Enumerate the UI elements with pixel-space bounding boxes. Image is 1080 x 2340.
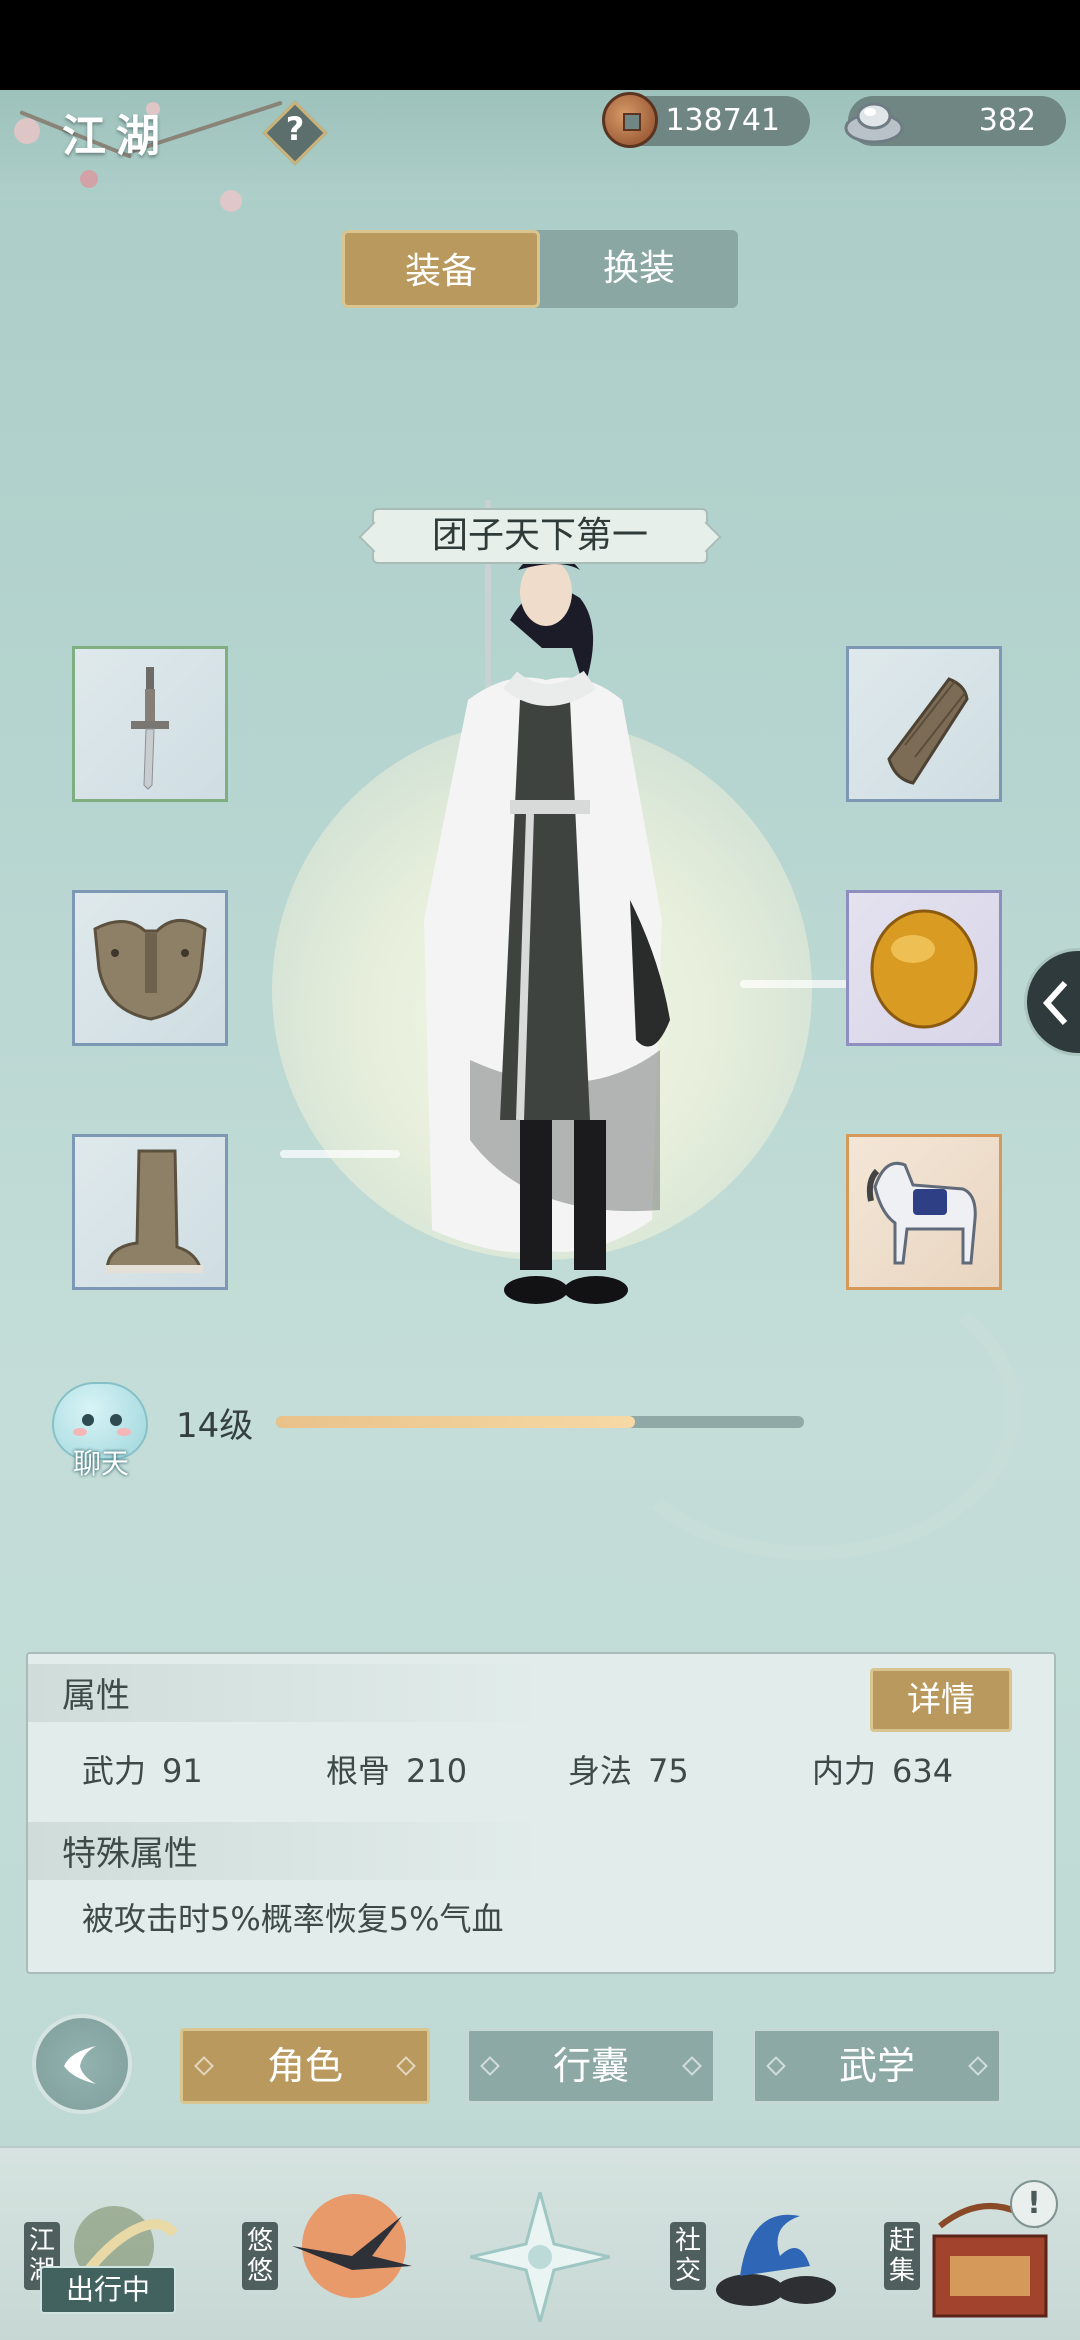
special-attribute-text: 被攻击时5%概率恢复5%气血: [82, 1900, 504, 1938]
silver-ingot-icon: [844, 102, 904, 144]
level-label: 14级: [176, 1406, 254, 1446]
game-screen: 江湖 ? 138741 382 装备 换装 团子天下第一 聊天 14级 属性 详…: [0, 0, 1080, 2340]
tab-outfit[interactable]: 换装: [540, 230, 738, 308]
accessory-slot[interactable]: [846, 890, 1002, 1046]
stat-inner-power: 内力 634: [812, 1752, 954, 1790]
attributes-title: 属性: [62, 1676, 130, 1716]
market-alert-badge: !: [1010, 2180, 1058, 2228]
page-title: 江湖: [62, 111, 170, 162]
outing-status-badge: 出行中: [40, 2266, 176, 2314]
weapon-slot[interactable]: [72, 646, 228, 802]
copper-value: 138741: [665, 103, 780, 138]
special-attributes-title: 特殊属性: [62, 1834, 198, 1874]
nav-youyou-label: 悠悠: [242, 2222, 278, 2290]
wave-bowls-icon: [716, 2214, 836, 2306]
status-bar: [0, 0, 1080, 90]
boots-slot[interactable]: [72, 1134, 228, 1290]
collapse-side-panel-button[interactable]: [1024, 948, 1080, 1056]
nav-center[interactable]: [470, 2166, 610, 2336]
sword-icon: [131, 667, 169, 790]
bird-sun-icon: [292, 2194, 412, 2298]
compass-star-icon: [470, 2192, 610, 2322]
chat-button[interactable]: 聊天: [46, 1376, 156, 1486]
tab-martial-arts[interactable]: 武学: [752, 2028, 1002, 2104]
stat-agility: 身法 75: [568, 1752, 689, 1790]
silver-currency: 382: [844, 96, 1066, 146]
chevron-left-icon: [1042, 980, 1068, 1026]
stat-constitution: 根骨 210: [326, 1752, 468, 1790]
equip-outfit-switch: 装备 换装: [342, 230, 738, 308]
character-name-banner: 团子天下第一: [372, 508, 708, 564]
nav-social[interactable]: 社交: [666, 2166, 846, 2336]
tab-role[interactable]: 角色: [180, 2028, 430, 2104]
tab-equip[interactable]: 装备: [342, 230, 540, 308]
amber-gem-icon: [870, 909, 978, 1029]
back-arrow-icon: [64, 2046, 96, 2084]
nav-social-label: 社交: [670, 2222, 706, 2290]
horse-mount-icon: [866, 1161, 977, 1265]
armor-slot[interactable]: [72, 890, 228, 1046]
silver-value: 382: [978, 103, 1036, 138]
back-button[interactable]: [32, 2014, 132, 2114]
mount-slot[interactable]: [846, 1134, 1002, 1290]
help-button[interactable]: ?: [260, 98, 330, 168]
copper-currency: 138741: [602, 92, 810, 148]
armor-icon: [93, 919, 207, 1021]
stat-strength: 武力 91: [82, 1752, 203, 1790]
copper-coin-icon: [602, 92, 658, 148]
chat-label: 聊天: [72, 1447, 129, 1480]
character-model: [424, 500, 670, 1304]
nav-youyou[interactable]: 悠悠: [238, 2166, 418, 2336]
tab-bag[interactable]: 行囊: [466, 2028, 716, 2104]
experience-bar: [276, 1416, 804, 1428]
attributes-panel: 属性 详情 武力 91 根骨 210 身法 75 内力 634 特殊属性 被攻击时5%概…: [26, 1652, 1056, 1974]
nav-market-label: 赶集: [884, 2222, 920, 2290]
boots-icon: [105, 1149, 203, 1273]
bracer-slot[interactable]: [846, 646, 1002, 802]
experience-fill: [276, 1416, 636, 1428]
details-button[interactable]: 详情: [870, 1668, 1012, 1732]
bracer-icon: [887, 677, 969, 785]
